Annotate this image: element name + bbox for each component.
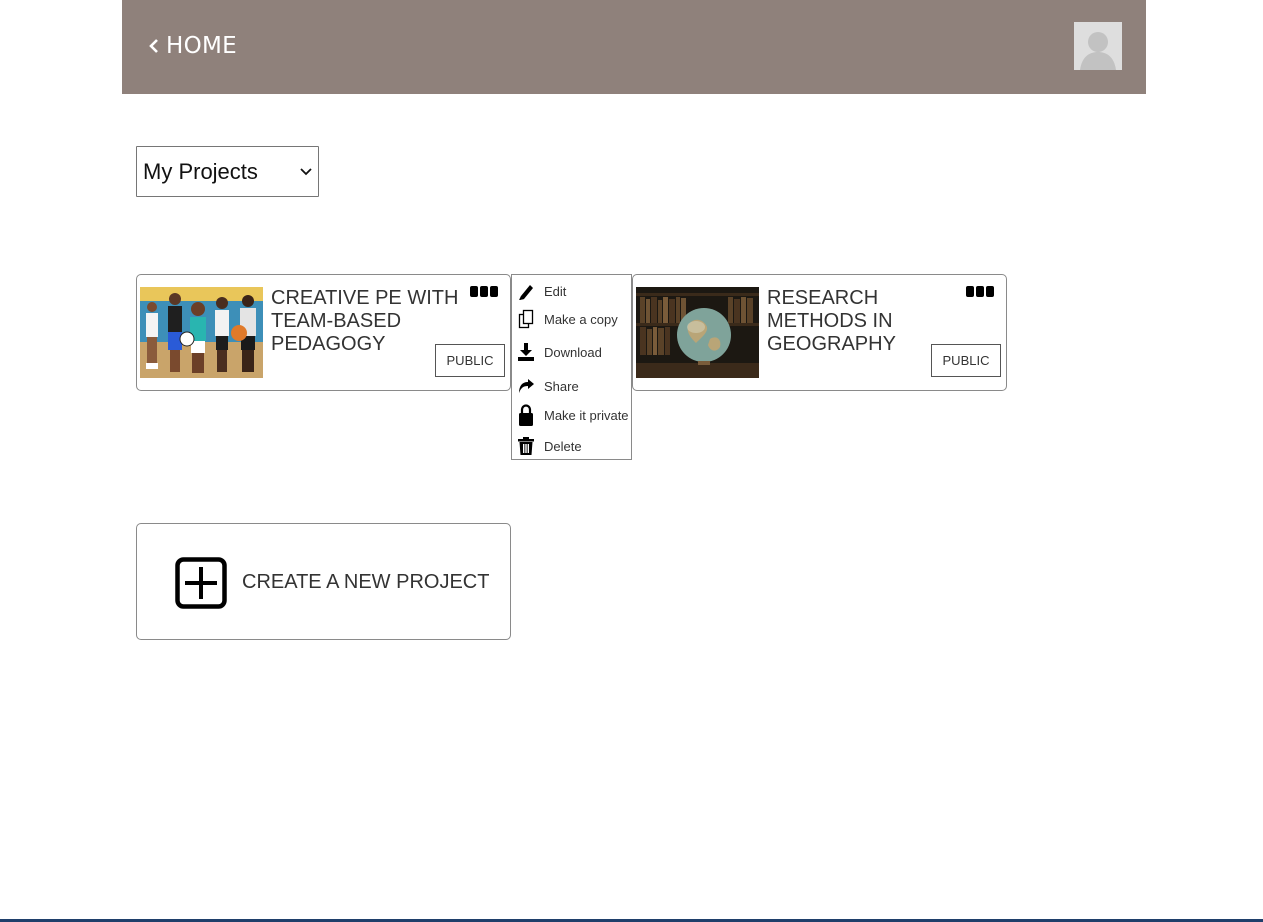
project-thumbnail xyxy=(636,287,759,378)
project-context-menu: Edit Make a copy Download Share Make it … xyxy=(511,274,632,460)
home-link[interactable]: HOME xyxy=(148,30,237,62)
more-options-icon[interactable] xyxy=(966,286,996,298)
menu-item-make-private[interactable]: Make it private xyxy=(512,402,632,428)
project-card[interactable]: CREATIVE PE WITH TEAM-BASED PEDAGOGY PUB… xyxy=(136,274,511,391)
project-card[interactable]: RESEARCH METHODS IN GEOGRAPHY PUBLIC xyxy=(632,274,1007,391)
user-avatar[interactable] xyxy=(1074,22,1122,70)
menu-item-label: Delete xyxy=(544,438,582,454)
chevron-down-icon xyxy=(300,167,312,176)
share-icon xyxy=(516,375,536,397)
create-project-label: CREATE A NEW PROJECT xyxy=(242,571,490,593)
more-options-icon[interactable] xyxy=(470,286,500,298)
menu-item-label: Make it private xyxy=(544,407,629,423)
pencil-icon xyxy=(516,280,536,302)
menu-item-make-copy[interactable]: Make a copy xyxy=(512,306,632,332)
chevron-left-icon xyxy=(148,38,162,54)
menu-item-edit[interactable]: Edit xyxy=(512,278,632,304)
copy-icon xyxy=(516,308,536,330)
create-project-card[interactable]: CREATE A NEW PROJECT xyxy=(136,523,511,640)
visibility-badge[interactable]: PUBLIC xyxy=(435,344,505,377)
trash-icon xyxy=(516,435,536,457)
menu-item-label: Make a copy xyxy=(544,311,618,327)
menu-item-delete[interactable]: Delete xyxy=(512,433,632,459)
home-label: HOME xyxy=(166,33,237,59)
projects-filter-value: My Projects xyxy=(143,158,258,184)
lock-icon xyxy=(516,404,536,426)
menu-item-share[interactable]: Share xyxy=(512,373,632,399)
projects-filter-select[interactable]: My Projects xyxy=(136,146,319,197)
menu-item-label: Edit xyxy=(544,283,567,299)
plus-square-icon xyxy=(175,557,227,609)
menu-item-label: Download xyxy=(544,344,602,360)
user-silhouette-icon xyxy=(1074,22,1122,70)
menu-item-label: Share xyxy=(544,378,579,394)
project-thumbnail xyxy=(140,287,263,378)
top-header: HOME xyxy=(122,0,1146,94)
menu-item-download[interactable]: Download xyxy=(512,339,632,365)
visibility-badge[interactable]: PUBLIC xyxy=(931,344,1001,377)
download-icon xyxy=(516,341,536,363)
